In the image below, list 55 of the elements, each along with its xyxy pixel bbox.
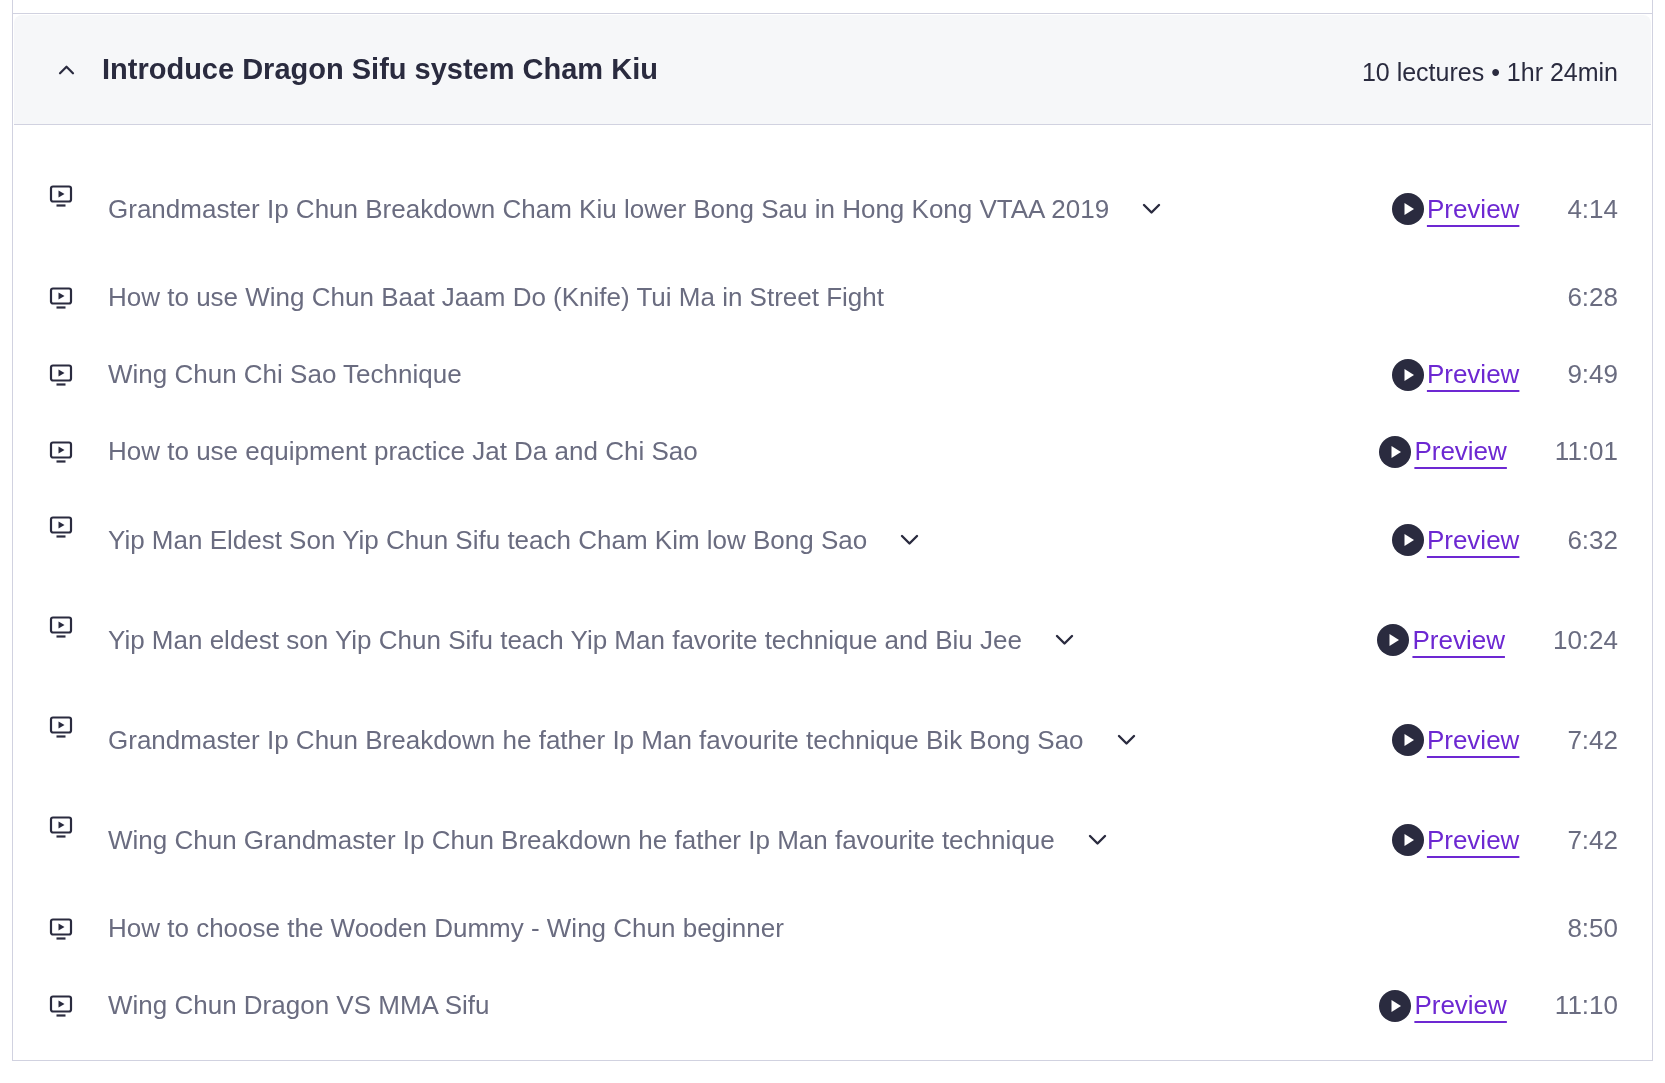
lecture-duration: 9:49 xyxy=(1567,359,1618,390)
chevron-down-icon[interactable] xyxy=(1116,734,1136,746)
lecture-title: How to use Wing Chun Baat Jaam Do (Knife) Tui Ma in Street Fight xyxy=(108,282,884,313)
lecture-title: Grandmaster Ip Chun Breakdown he father Ip Man favourite technique Bik Bong Sao xyxy=(108,724,1084,756)
video-icon xyxy=(49,615,73,639)
preview-link[interactable]: Preview xyxy=(1391,358,1520,391)
video-icon xyxy=(49,285,73,310)
play-icon xyxy=(1391,524,1424,556)
lecture-title: How to use equipment practice Jat Da and Chi Sao xyxy=(108,436,698,467)
video-icon xyxy=(49,993,73,1018)
play-icon xyxy=(1391,824,1424,856)
video-icon xyxy=(49,916,73,941)
play-icon xyxy=(1379,435,1412,468)
video-icon xyxy=(49,184,73,208)
video-icon xyxy=(49,715,73,739)
section-header[interactable]: Introduce Dragon Sifu system Cham Kiu 10 lectures • 1hr 24min xyxy=(14,15,1651,125)
play-icon xyxy=(1379,989,1412,1022)
preview-link[interactable]: Preview xyxy=(1391,724,1520,756)
preview-link[interactable]: Preview xyxy=(1379,435,1507,468)
play-icon xyxy=(1377,624,1410,656)
chevron-down-icon[interactable] xyxy=(1142,203,1162,215)
section-summary: 10 lectures • 1hr 24min xyxy=(1361,56,1618,87)
lecture-title: How to choose the Wooden Dummy - Wing Chun beginner xyxy=(108,913,784,944)
lecture-duration: 4:14 xyxy=(1567,193,1618,225)
lecture-duration: 8:50 xyxy=(1567,913,1618,944)
preview-link[interactable]: Preview xyxy=(1377,624,1505,656)
lecture-duration: 10:24 xyxy=(1552,624,1618,656)
lecture-duration: 11:10 xyxy=(1554,990,1618,1021)
video-icon xyxy=(49,439,73,464)
lecture-title: Yip Man eldest son Yip Chun Sifu teach Yip Man favorite technique and Biu Jee xyxy=(108,624,1022,656)
lecture-title: Wing Chun Dragon VS MMA Sifu xyxy=(108,990,490,1021)
play-icon xyxy=(1391,724,1424,756)
preview-link[interactable]: Preview xyxy=(1391,824,1520,856)
chevron-down-icon[interactable] xyxy=(900,534,920,546)
lecture-duration: 7:42 xyxy=(1567,824,1618,856)
lecture-duration: 11:01 xyxy=(1554,436,1618,467)
play-icon xyxy=(1391,193,1424,225)
chevron-down-icon[interactable] xyxy=(1087,834,1107,846)
lecture-duration: 6:32 xyxy=(1567,524,1618,556)
preview-link[interactable]: Preview xyxy=(1391,524,1520,556)
preview-link[interactable]: Preview xyxy=(1379,989,1507,1022)
lecture-duration: 6:28 xyxy=(1567,282,1618,313)
video-icon xyxy=(49,515,73,539)
play-icon xyxy=(1391,358,1424,391)
lecture-title: Grandmaster Ip Chun Breakdown Cham Kiu lower Bong Sau in Hong Kong VTAA 2019 xyxy=(108,193,1110,225)
lecture-title: Wing Chun Grandmaster Ip Chun Breakdown he father Ip Man favourite technique xyxy=(108,824,1055,856)
lecture-title: Yip Man Eldest Son Yip Chun Sifu teach Cham Kim low Bong Sao xyxy=(108,524,868,556)
video-icon xyxy=(49,362,73,387)
lecture-duration: 7:42 xyxy=(1567,724,1618,756)
chevron-up-icon[interactable] xyxy=(58,63,75,76)
lecture-title: Wing Chun Chi Sao Technique xyxy=(108,359,462,390)
section-title: Introduce Dragon Sifu system Cham Kiu xyxy=(102,53,658,86)
video-icon xyxy=(49,815,73,839)
preview-link[interactable]: Preview xyxy=(1391,193,1520,225)
chevron-down-icon[interactable] xyxy=(1054,634,1074,646)
